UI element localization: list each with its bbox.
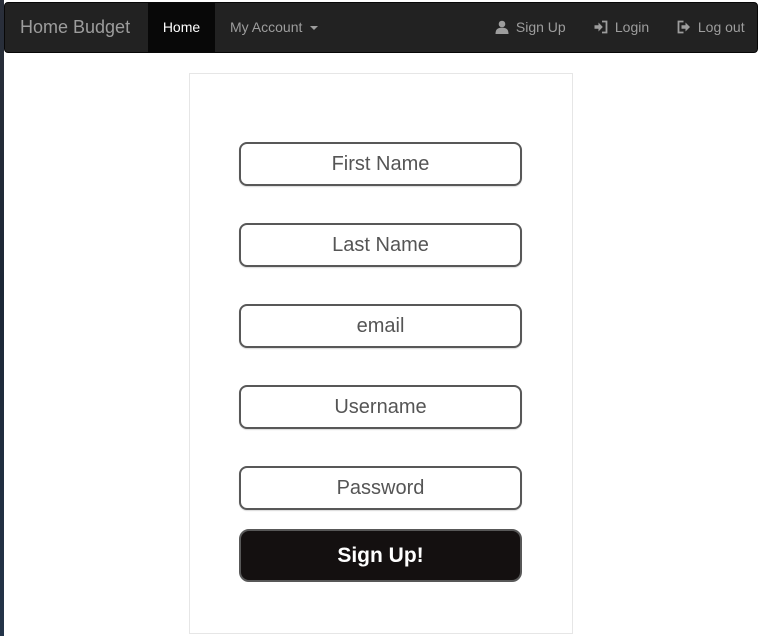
nav-my-account-label: My Account <box>230 19 303 35</box>
password-input[interactable] <box>239 466 522 510</box>
first-name-input[interactable] <box>239 142 522 186</box>
nav-home-label: Home <box>162 19 201 35</box>
nav-my-account-dropdown[interactable]: My Account <box>230 3 319 52</box>
nav-login[interactable]: Login <box>594 3 649 52</box>
nav-log-out-label: Log out <box>697 19 745 35</box>
logout-icon <box>677 20 690 34</box>
top-navbar: Home Budget Home My Account Sign Up Logi… <box>4 2 758 53</box>
email-input[interactable] <box>239 304 522 348</box>
username-input[interactable] <box>239 385 522 429</box>
nav-login-label: Login <box>614 19 650 35</box>
nav-log-out[interactable]: Log out <box>677 3 745 52</box>
user-icon <box>495 20 509 35</box>
nav-sign-up[interactable]: Sign Up <box>495 3 566 52</box>
nav-home[interactable]: Home <box>148 3 215 52</box>
caret-down-icon <box>310 26 319 31</box>
last-name-input[interactable] <box>239 223 522 267</box>
sign-up-button[interactable]: Sign Up! <box>239 529 522 582</box>
nav-sign-up-label: Sign Up <box>515 19 566 35</box>
login-icon <box>594 20 608 34</box>
brand-link[interactable]: Home Budget <box>20 3 130 52</box>
